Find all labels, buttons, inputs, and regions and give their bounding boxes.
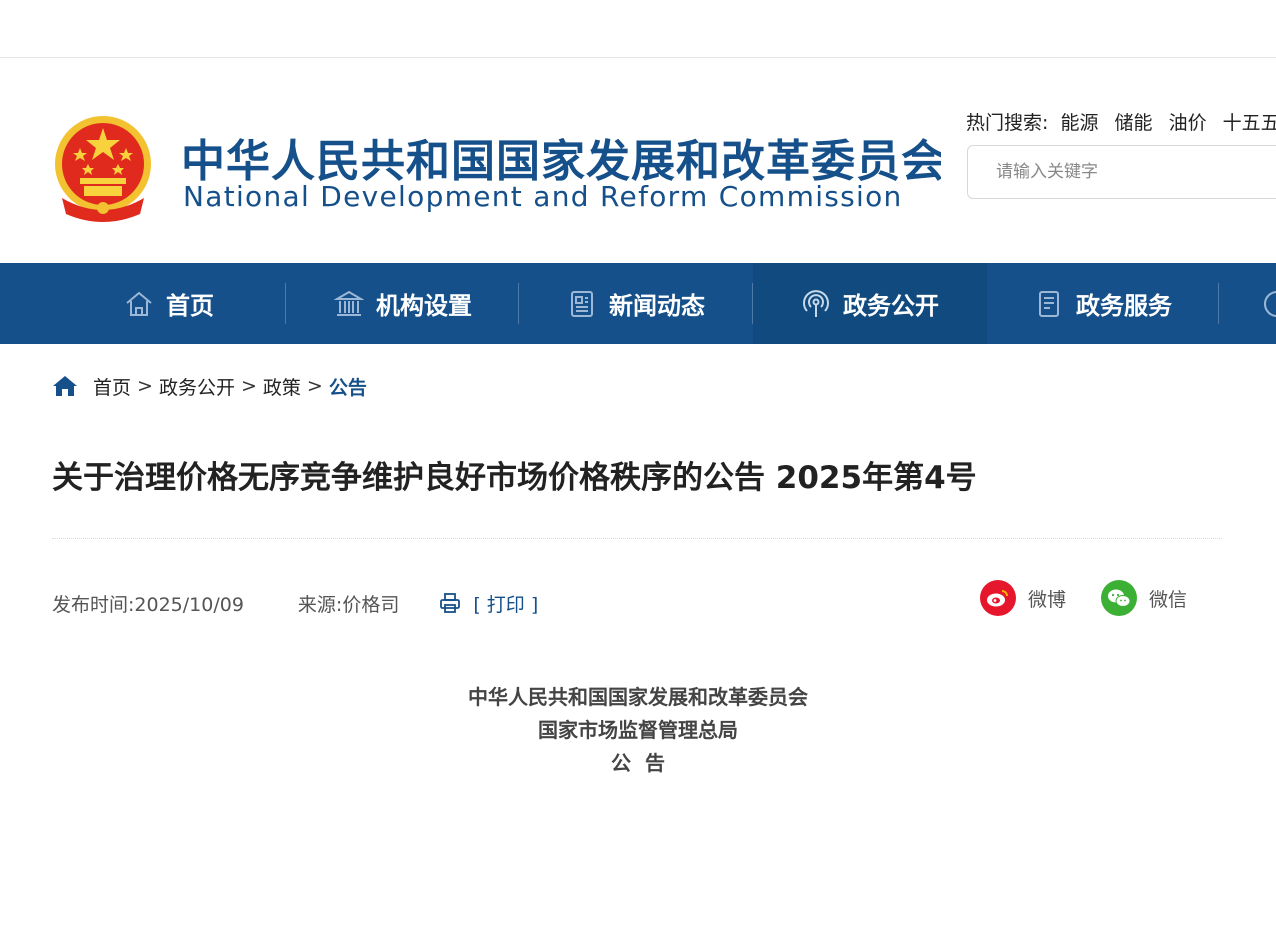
title-divider — [52, 538, 1222, 539]
article-meta: 发布时间:2025/10/09 来源:价格司 [ 打印 ] — [52, 588, 538, 618]
article-source: 来源:价格司 — [297, 593, 400, 616]
document-type: 公 告 — [611, 751, 665, 775]
building-icon — [334, 290, 364, 316]
breadcrumb-current[interactable]: 公告 — [329, 373, 367, 400]
nav-separator — [1218, 283, 1219, 324]
issuer-samr: 国家市场监督管理总局 — [538, 718, 738, 742]
search-input[interactable] — [968, 146, 1258, 198]
search-box — [967, 145, 1276, 199]
nav-item-news[interactable]: 新闻动态 — [519, 263, 753, 344]
publish-time: 发布时间:2025/10/09 — [52, 593, 244, 616]
nav-label: 新闻动态 — [609, 292, 705, 320]
breadcrumb-home[interactable]: 首页 — [93, 373, 131, 400]
nav-item-services[interactable]: 政务服务 — [986, 263, 1220, 344]
weibo-icon — [980, 580, 1016, 616]
document-icon — [1039, 290, 1059, 317]
share-weibo-button[interactable]: 微博 — [980, 580, 1066, 616]
top-strip — [0, 0, 1276, 58]
share-wechat-button[interactable]: 微信 — [1101, 580, 1187, 616]
print-button[interactable]: [ 打印 ] — [439, 590, 538, 617]
weibo-label: 微博 — [1028, 588, 1067, 611]
home-icon[interactable] — [52, 374, 78, 398]
hot-keyword-oil-price[interactable]: 油价 — [1169, 112, 1207, 134]
hot-search: 热门搜索: 能源 储能 油价 十五五 — [966, 110, 1276, 136]
hot-keyword-energy[interactable]: 能源 — [1060, 112, 1098, 134]
article-title: 关于治理价格无序竞争维护良好市场价格秩序的公告 2025年第4号 — [52, 460, 977, 496]
nav-label: 政务公开 — [843, 292, 939, 320]
hot-search-label: 热门搜索: — [966, 112, 1049, 134]
more-nav-icon[interactable] — [1262, 289, 1276, 319]
news-icon — [571, 290, 593, 317]
printer-icon — [440, 593, 461, 613]
print-label: [ 打印 ] — [473, 593, 539, 616]
nav-label: 首页 — [166, 292, 214, 320]
breadcrumb-policy[interactable]: 政策 — [263, 373, 301, 400]
nav-item-government-affairs[interactable]: 政务公开 — [753, 263, 987, 344]
nav-label: 机构设置 — [376, 292, 472, 320]
wechat-label: 微信 — [1149, 588, 1188, 611]
broadcast-icon — [803, 289, 829, 317]
nav-item-home[interactable]: 首页 — [52, 263, 286, 344]
wechat-icon — [1101, 580, 1137, 616]
breadcrumb-separator: > — [306, 375, 323, 397]
breadcrumb-separator: > — [240, 375, 257, 397]
issuer-ndrc: 中华人民共和国国家发展和改革委员会 — [468, 685, 808, 709]
nav-label: 政务服务 — [1076, 292, 1172, 320]
hot-keyword-storage[interactable]: 储能 — [1115, 112, 1153, 134]
hot-keyword-15th-plan[interactable]: 十五五 — [1223, 112, 1276, 134]
main-nav: 首页 机构设置 新闻动态 政务公开 政务服务 — [0, 263, 1276, 344]
site-header: 中华人民共和国国家发展和改革委员会 National Development a… — [0, 58, 1276, 263]
home-icon — [126, 291, 152, 316]
nav-item-organization[interactable]: 机构设置 — [286, 263, 520, 344]
site-name-en: National Development and Reform Commissi… — [183, 180, 903, 213]
breadcrumb-government-affairs[interactable]: 政务公开 — [159, 373, 235, 400]
national-emblem-icon — [55, 116, 151, 222]
breadcrumb-separator: > — [137, 375, 153, 397]
breadcrumb: 首页 > 政务公开 > 政策 > 公告 — [52, 372, 367, 400]
